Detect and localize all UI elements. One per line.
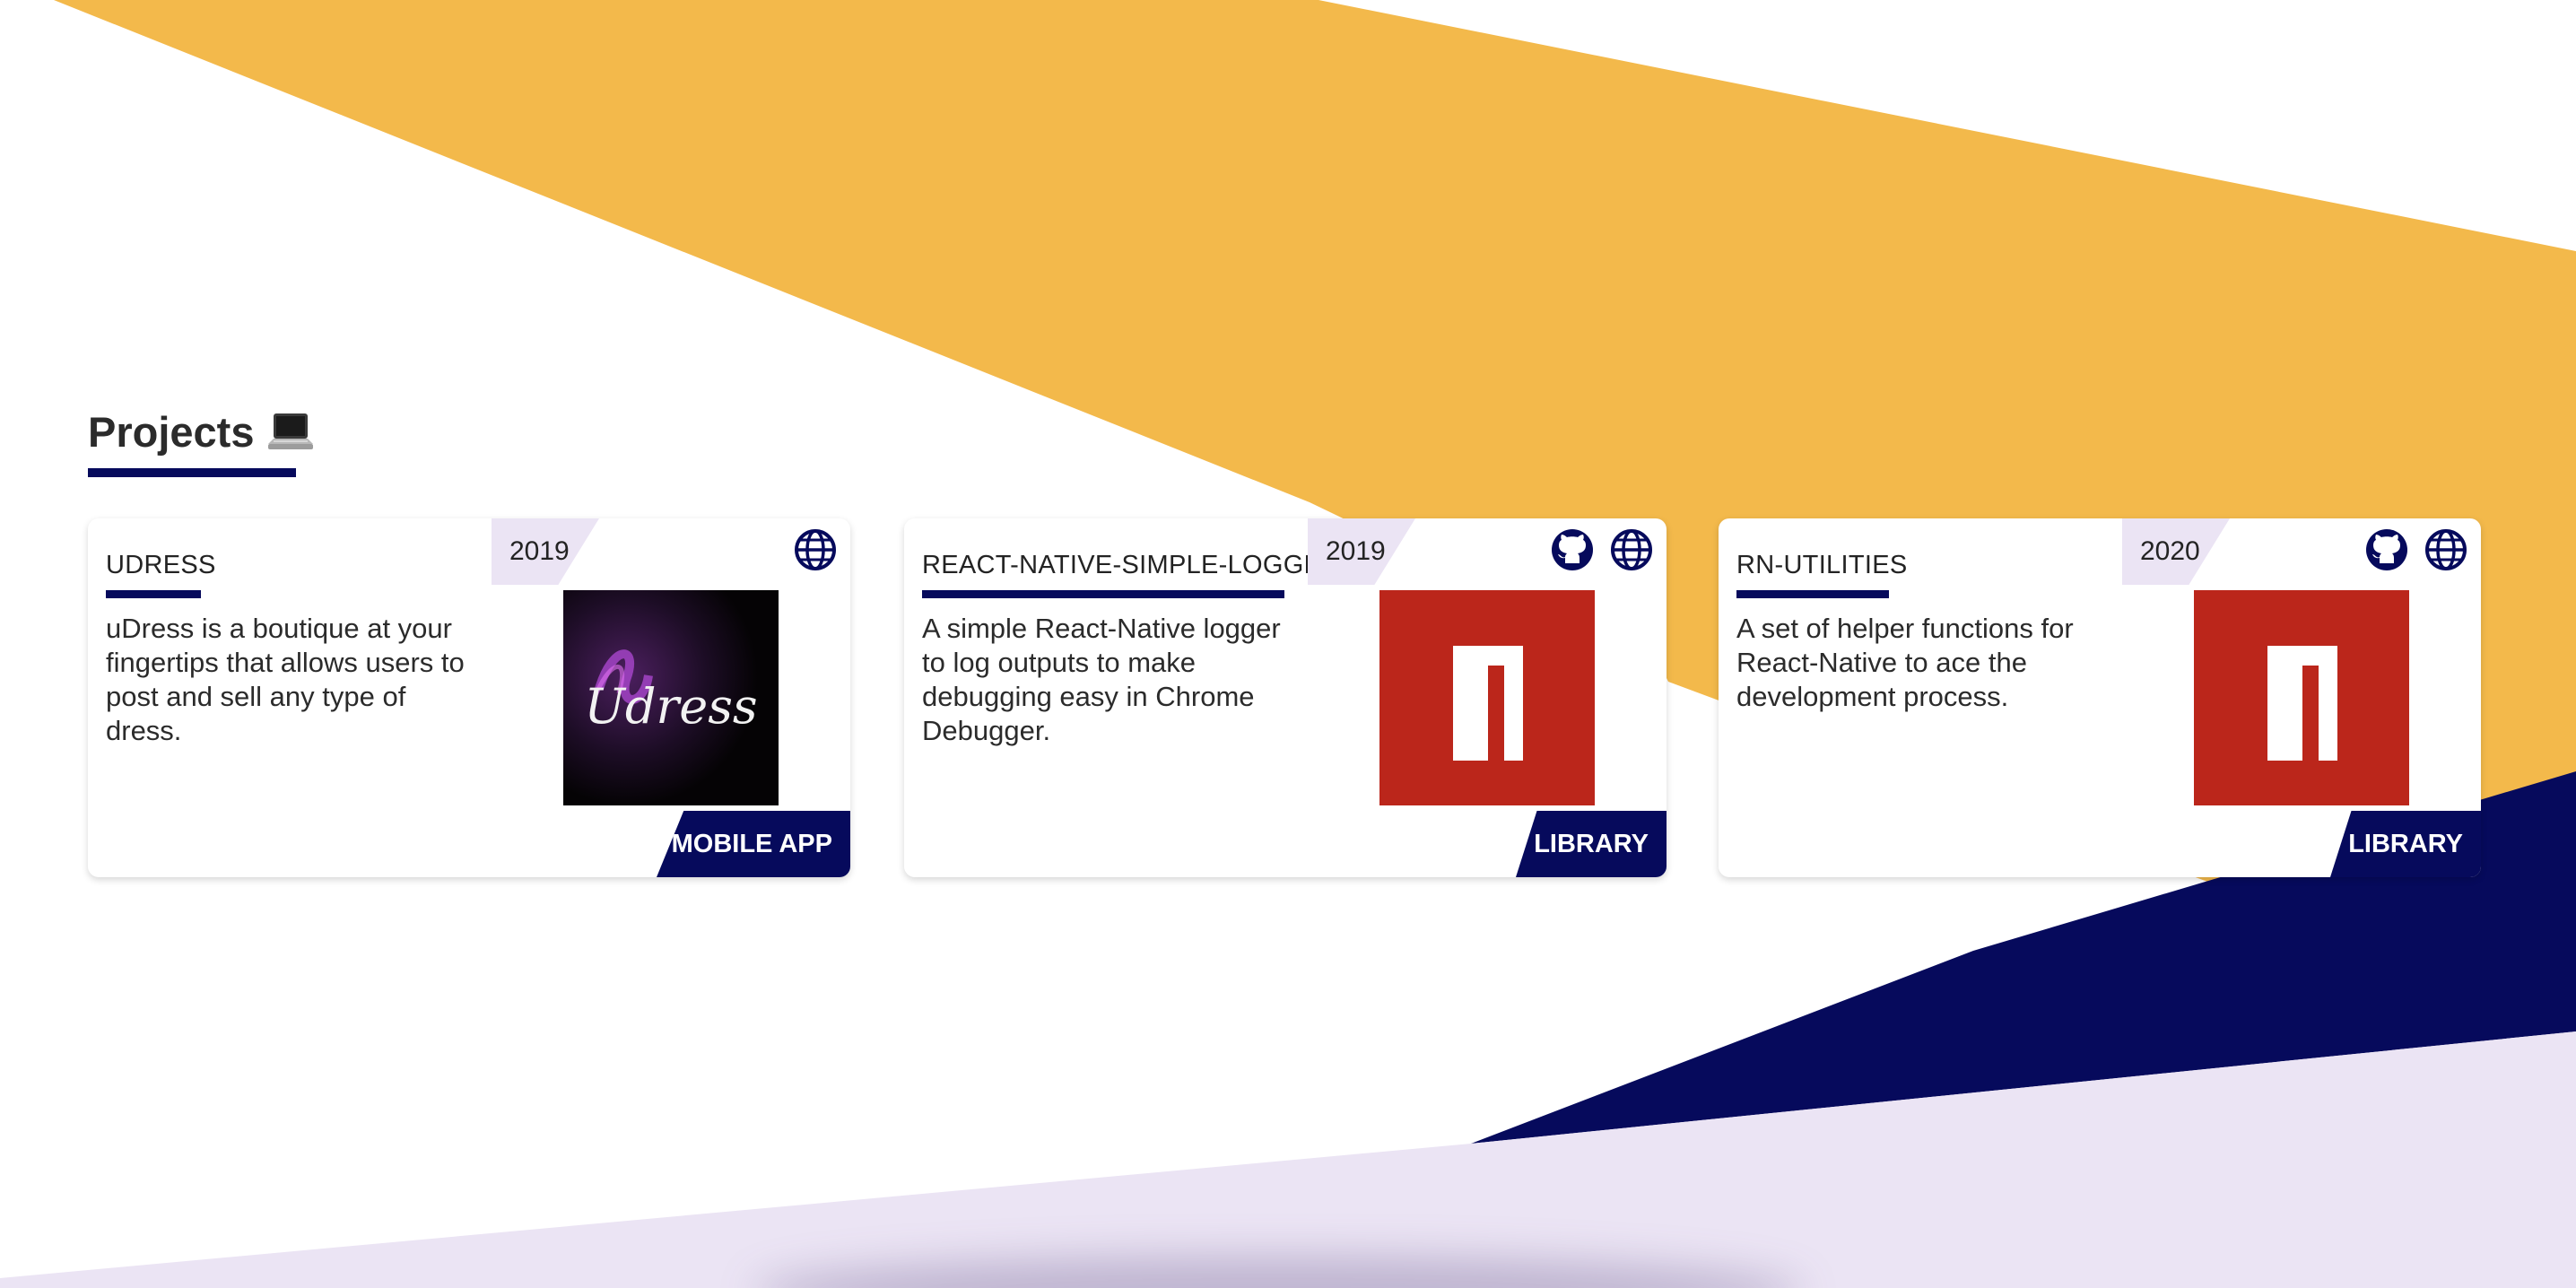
section-title-underline (88, 468, 296, 477)
project-description: uDress is a boutique at your fingertips … (106, 613, 465, 746)
project-type-badge: LIBRARY (2330, 811, 2481, 877)
projects-page: Projects UDRESS uDress is a boutique at … (0, 0, 2576, 1288)
project-title-underline (1736, 590, 1889, 598)
project-year-badge: 2020 (2122, 518, 2230, 585)
globe-icon[interactable] (1609, 527, 1654, 572)
project-title: REACT-NATIVE-SIMPLE-LOGGER (922, 551, 1341, 579)
project-title-underline (106, 590, 201, 598)
project-title: UDRESS (106, 551, 216, 579)
project-type-badge: MOBILE APP (657, 811, 850, 877)
globe-icon[interactable] (793, 527, 838, 572)
section-title: Projects (88, 405, 314, 459)
github-icon[interactable] (1550, 527, 1595, 572)
thumbnail-text: Udress (584, 678, 757, 735)
project-thumbnail[interactable]: Udress (563, 590, 779, 805)
project-title: RN-UTILITIES (1736, 551, 1908, 579)
project-card-react-native-simple-logger[interactable]: REACT-NATIVE-SIMPLE-LOGGER A simple Reac… (904, 518, 1667, 877)
npm-logo-icon[interactable] (1379, 590, 1595, 805)
npm-logo-icon[interactable] (2194, 590, 2409, 805)
github-icon[interactable] (2364, 527, 2409, 572)
project-card-rn-utilities[interactable]: RN-UTILITIES A set of helper functions f… (1719, 518, 2481, 877)
section-title-text: Projects (88, 408, 255, 456)
project-year-badge: 2019 (492, 518, 599, 585)
laptop-icon (268, 412, 314, 453)
project-title-underline (922, 590, 1284, 598)
project-year-badge: 2019 (1308, 518, 1415, 585)
project-type-badge: LIBRARY (1516, 811, 1667, 877)
project-card-udress[interactable]: UDRESS uDress is a boutique at your fing… (88, 518, 850, 877)
globe-icon[interactable] (2424, 527, 2468, 572)
project-description: A simple React-Native logger to log outp… (922, 613, 1281, 746)
project-description: A set of helper functions for React-Nati… (1736, 613, 2074, 712)
